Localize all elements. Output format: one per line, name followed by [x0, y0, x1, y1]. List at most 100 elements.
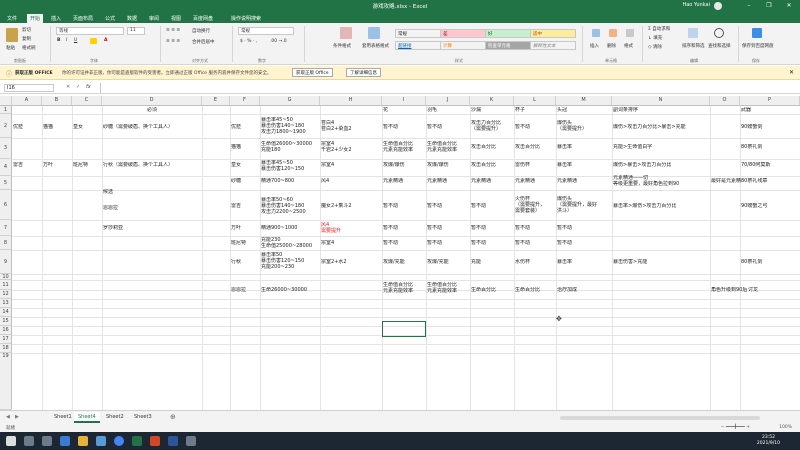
search-icon[interactable] — [24, 436, 34, 446]
cell[interactable]: 杯子 — [515, 107, 525, 113]
bold-button[interactable]: B — [57, 38, 60, 43]
wrap-text-button[interactable]: 自动换行 — [192, 28, 210, 34]
cell[interactable]: 攻击百分比 — [471, 144, 496, 150]
select-all-corner[interactable] — [0, 96, 12, 106]
cell[interactable]: 火伤杯 （需要提升， 需要套装） — [515, 196, 545, 214]
tab-review[interactable]: 审阅 — [146, 14, 162, 23]
cell[interactable]: 优菈 — [231, 124, 241, 130]
cell[interactable]: 精通900~1000 — [261, 225, 297, 231]
cell[interactable]: 皇女 — [73, 124, 83, 130]
cell[interactable]: 风4 需要提升 — [321, 222, 341, 234]
cell[interactable]: 砂糖 — [231, 178, 241, 184]
align-left-icon[interactable]: ≡ ≡ ≡ — [166, 39, 180, 44]
column-header[interactable]: A — [12, 96, 42, 106]
cell[interactable]: 行秋 — [231, 259, 241, 265]
minimize-icon[interactable]: – — [742, 1, 756, 11]
clear-button[interactable]: ◇ 清除 — [648, 44, 662, 50]
tab-view[interactable]: 视图 — [168, 14, 184, 23]
function-icon[interactable]: fx — [86, 84, 91, 90]
cell[interactable]: 罗莎莉亚 — [103, 225, 123, 231]
cell[interactable]: 暂不动 — [515, 240, 530, 246]
cell[interactable]: 暂不动 — [471, 203, 486, 209]
cell[interactable]: 暂不动 — [427, 203, 442, 209]
learn-more-button[interactable]: 了解详细信息 — [346, 68, 381, 77]
style-check-cell[interactable]: 检查单元格 — [485, 41, 531, 50]
cut-button[interactable]: 剪切 — [22, 27, 31, 33]
cell[interactable]: 羽毛 — [427, 107, 437, 113]
cell[interactable]: 候选 — [103, 189, 113, 195]
cell[interactable]: 万叶 — [43, 162, 53, 168]
cell[interactable]: 暂不动 — [427, 240, 442, 246]
cell[interactable]: 花 — [383, 107, 388, 113]
formula-input[interactable] — [100, 83, 796, 93]
cell[interactable]: 元素精通 — [383, 178, 403, 184]
column-header[interactable]: H — [320, 96, 382, 106]
avatar[interactable] — [714, 2, 722, 10]
style-bad[interactable]: 差 — [440, 29, 486, 38]
close-icon[interactable]: ✕ — [782, 1, 796, 11]
row-header[interactable]: 5 — [0, 176, 12, 190]
row-header[interactable]: 1 — [0, 106, 12, 114]
format-painter-button[interactable]: 格式刷 — [22, 45, 36, 51]
row-header[interactable]: 6 — [0, 190, 12, 220]
sheet-tab[interactable]: Sheet2 — [102, 412, 128, 423]
sheet-tab[interactable]: Sheet1 — [50, 412, 76, 423]
currency-button[interactable]: $ · % · , — [240, 39, 257, 44]
format-as-table-button[interactable]: 套用表格格式 — [362, 43, 389, 49]
cell[interactable]: 生命26000~30000 — [261, 287, 307, 293]
cell[interactable]: 必须 — [102, 107, 202, 113]
cell[interactable]: 暴击率45~50 暴击伤害120~150 — [261, 160, 304, 172]
fill-button[interactable]: ↓ 填充 — [648, 35, 662, 41]
cell[interactable]: 生命百分比 — [515, 287, 540, 293]
font-name-select[interactable]: 等线 — [56, 27, 124, 35]
copy-button[interactable]: 复制 — [22, 36, 31, 42]
cell[interactable]: 优菈 — [13, 124, 23, 130]
cell[interactable]: 攻爆/充能 — [427, 259, 449, 265]
cell[interactable]: 暂不动 — [383, 124, 398, 130]
sort-filter-button[interactable]: 排序和筛选 — [682, 43, 705, 49]
folder-icon[interactable] — [78, 436, 88, 446]
close-icon[interactable]: ✕ — [789, 69, 794, 76]
row-header[interactable]: 15 — [0, 317, 12, 326]
tab-tell-me[interactable]: 操作说明搜索 — [228, 14, 264, 23]
format-cells-icon[interactable] — [626, 29, 634, 37]
cell[interactable]: 爆伤>攻击力百分比>暴击>充能 — [613, 124, 686, 130]
cell[interactable]: 暴击率 — [557, 259, 572, 265]
row-header[interactable]: 8 — [0, 236, 12, 250]
cell[interactable]: 暴击率 — [557, 144, 572, 150]
enter-icon[interactable]: ✓ — [76, 84, 80, 90]
save-to-baidu-button[interactable]: 保存到百度网盘 — [742, 43, 776, 49]
cell[interactable]: 80祭礼剑 — [741, 144, 800, 150]
cell[interactable]: 攻爆/爆伤 — [383, 162, 405, 168]
horizontal-scrollbar[interactable] — [560, 416, 760, 420]
cell[interactable]: 行秋（需要破盾、换个工具人） — [103, 162, 173, 168]
word-icon[interactable] — [168, 436, 178, 446]
tab-insert[interactable]: 插入 — [48, 14, 64, 23]
zoom-level[interactable]: 100% — [779, 425, 792, 430]
column-header[interactable]: N — [612, 96, 710, 106]
cell[interactable]: 班尼特 — [73, 162, 88, 168]
system-tray-clock[interactable]: 23:52 2021/9/10 — [757, 435, 780, 447]
spreadsheet-grid[interactable]: A B C D E F G H I J K L M N O P 1 2 3 4 … — [0, 96, 800, 410]
row-header[interactable]: 17 — [0, 335, 12, 344]
sheet-tab[interactable]: Sheet3 — [130, 412, 156, 423]
style-good[interactable]: 好 — [485, 29, 531, 38]
cell[interactable]: 元素精通——切 等级更重要，最好角色拉到90 — [613, 175, 679, 187]
cell[interactable]: 攻击百分比 — [471, 162, 496, 168]
font-color-icon[interactable]: A — [104, 38, 107, 43]
prev-sheet-icon[interactable]: ◀ — [6, 414, 10, 420]
cell[interactable]: 皇女 — [231, 162, 241, 168]
cell[interactable]: 猫猫 — [231, 144, 241, 150]
cell[interactable]: 攻爆/爆伤 — [427, 162, 449, 168]
style-neutral[interactable]: 适中 — [530, 29, 576, 38]
cell[interactable]: 宗室2+水2 — [321, 259, 347, 265]
column-header[interactable]: J — [426, 96, 470, 106]
next-sheet-icon[interactable]: ▶ — [15, 414, 19, 420]
align-top-icon[interactable]: ≡ ≡ ≡ — [166, 28, 180, 33]
tab-baidu[interactable]: 百度网盘 — [190, 14, 216, 23]
conditional-format-button[interactable]: 条件格式 — [333, 43, 351, 49]
cell[interactable]: 爆伤头 （需要提升，最好 洪斗） — [557, 196, 597, 214]
cell[interactable]: 70/80阿莫斯 — [741, 162, 800, 168]
cell[interactable]: 武器 — [741, 107, 751, 113]
tab-formulas[interactable]: 公式 — [102, 14, 118, 23]
